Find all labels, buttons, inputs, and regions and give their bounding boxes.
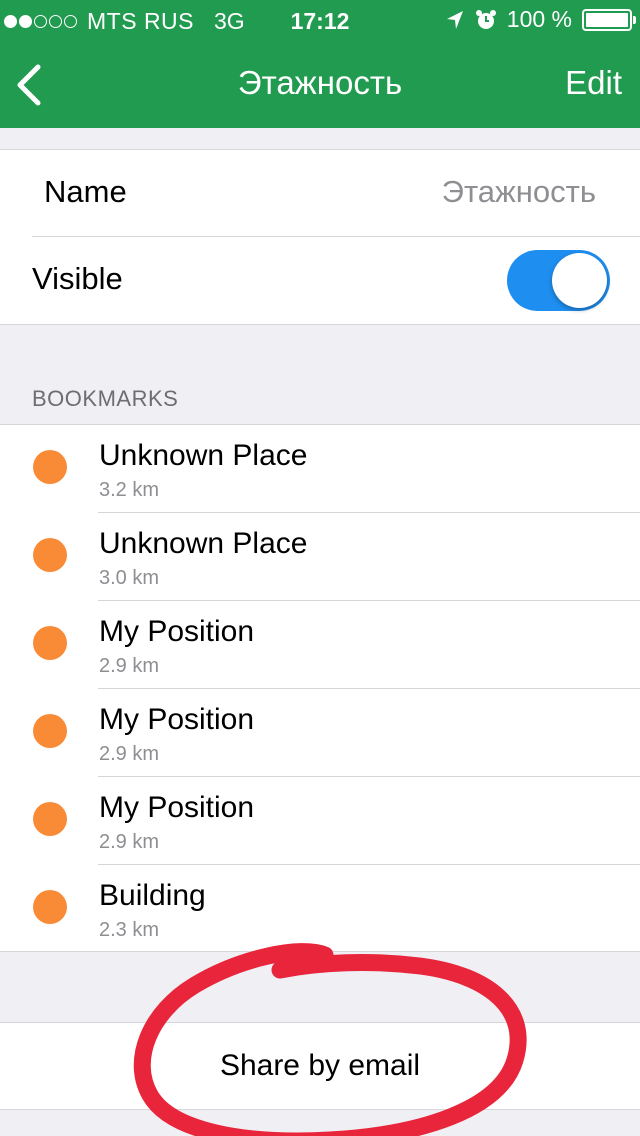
status-right: 100 % — [445, 6, 636, 33]
bookmark-title: My Position — [99, 791, 255, 824]
bookmark-dot-icon — [33, 802, 67, 836]
bookmark-distance: 2.9 km — [99, 831, 160, 853]
name-label: Name — [44, 174, 127, 209]
bookmark-title: Building — [99, 879, 206, 912]
bookmark-title: Unknown Place — [99, 527, 308, 560]
bookmarks-list: Unknown Place 3.2 km Unknown Place 3.0 k… — [0, 424, 640, 952]
settings-group: Name Этажность Visible — [0, 149, 640, 325]
location-arrow-icon — [446, 10, 463, 29]
bookmark-dot-icon — [33, 714, 67, 748]
bookmark-title: My Position — [99, 703, 255, 736]
bookmark-distance: 2.3 km — [99, 919, 160, 941]
name-value: Этажность — [441, 174, 596, 209]
visible-toggle[interactable] — [507, 250, 610, 311]
bookmark-distance: 2.9 km — [99, 655, 160, 677]
battery-icon — [582, 8, 636, 31]
bookmark-title: My Position — [99, 615, 255, 648]
bookmark-title: Unknown Place — [99, 439, 308, 472]
bookmark-row[interactable]: My Position 2.9 km — [0, 777, 640, 865]
navigation-bar: Этажность Edit — [0, 40, 640, 128]
toggle-knob — [552, 253, 607, 308]
share-by-email-button[interactable]: Share by email — [0, 1022, 640, 1110]
alarm-clock-icon — [475, 9, 496, 29]
bookmark-dot-icon — [33, 890, 67, 924]
bookmark-dot-icon — [33, 538, 67, 572]
name-row[interactable]: Name Этажность — [0, 150, 640, 236]
bookmark-row[interactable]: Unknown Place 3.2 km — [0, 425, 640, 513]
bookmark-distance: 3.2 km — [99, 479, 160, 501]
bookmark-row[interactable]: My Position 2.9 km — [0, 601, 640, 689]
bookmark-row[interactable]: Unknown Place 3.0 km — [0, 513, 640, 601]
share-by-email-label: Share by email — [219, 1049, 421, 1082]
bookmarks-section-header: BOOKMARKS — [32, 386, 179, 411]
battery-percent: 100 % — [506, 6, 572, 32]
bookmark-dot-icon — [33, 450, 67, 484]
top-bar: MTS RUS 3G 17:12 100 % Этажность Edit — [0, 0, 640, 128]
status-bar: MTS RUS 3G 17:12 100 % — [0, 0, 640, 40]
visible-row: Visible — [0, 237, 640, 323]
bookmark-row[interactable]: My Position 2.9 km — [0, 689, 640, 777]
visible-label: Visible — [32, 261, 123, 296]
bookmark-row[interactable]: Building 2.3 km — [0, 865, 640, 953]
bookmark-distance: 3.0 km — [99, 567, 160, 589]
bookmark-distance: 2.9 km — [99, 743, 160, 765]
edit-button[interactable]: Edit — [565, 64, 622, 102]
page-title: Этажность — [237, 64, 403, 101]
bookmark-dot-icon — [33, 626, 67, 660]
